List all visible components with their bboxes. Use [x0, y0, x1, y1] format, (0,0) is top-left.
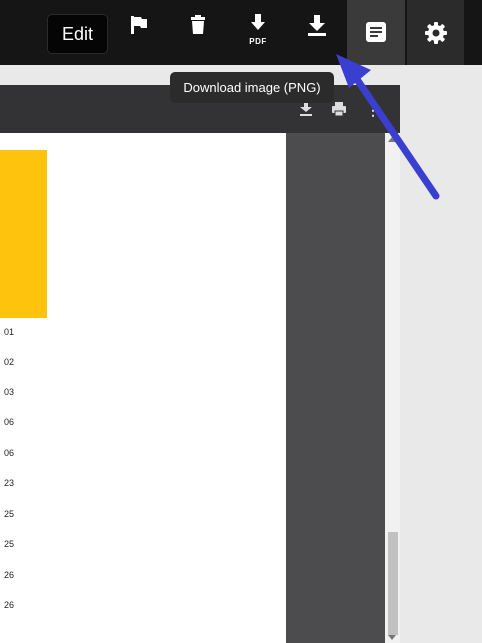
top-toolbar: Edit PDF	[0, 0, 482, 65]
scroll-down-icon[interactable]	[388, 635, 396, 640]
download-pdf-icon	[240, 14, 276, 34]
list-item-number: 02	[4, 357, 15, 367]
list-item-number: 25	[4, 539, 15, 549]
document-viewer: ⋮ 01 02 03 06 06 23 25 25 26 26	[0, 85, 400, 643]
notes-icon	[366, 22, 386, 47]
list-item-number: 06	[4, 417, 15, 427]
list-item-number: 25	[4, 509, 15, 519]
document-page: 01 02 03 06 06 23 25 25 26 26	[0, 133, 286, 643]
list-item-number: 26	[4, 600, 15, 610]
flag-button[interactable]	[121, 14, 157, 52]
list-item-number: 01	[4, 327, 15, 337]
edit-button[interactable]: Edit	[47, 14, 108, 54]
viewer-print-button[interactable]	[331, 101, 349, 119]
list-item-number: 03	[4, 387, 15, 397]
trash-icon	[180, 14, 216, 36]
download-tooltip: Download image (PNG)	[170, 72, 334, 103]
download-pdf-button[interactable]: PDF	[240, 14, 276, 52]
gear-icon	[424, 21, 448, 50]
pdf-label: PDF	[249, 37, 267, 46]
list-item-number: 23	[4, 478, 15, 488]
settings-button[interactable]	[407, 0, 464, 65]
notes-button[interactable]	[347, 0, 405, 65]
download-image-button[interactable]	[299, 14, 335, 52]
delete-button[interactable]	[180, 14, 216, 52]
yellow-block	[0, 150, 47, 318]
viewer-side-area	[286, 133, 385, 643]
print-icon	[331, 102, 347, 121]
flag-icon	[121, 14, 157, 36]
scrollbar-thumb[interactable]	[388, 532, 398, 635]
more-vert-icon[interactable]: ⋮	[366, 102, 380, 120]
list-item-number: 26	[4, 570, 15, 580]
list-item-number: 06	[4, 448, 15, 458]
download-icon	[299, 101, 313, 121]
download-icon	[299, 14, 335, 38]
scroll-up-icon[interactable]	[388, 137, 396, 142]
viewer-download-button[interactable]	[299, 101, 317, 119]
